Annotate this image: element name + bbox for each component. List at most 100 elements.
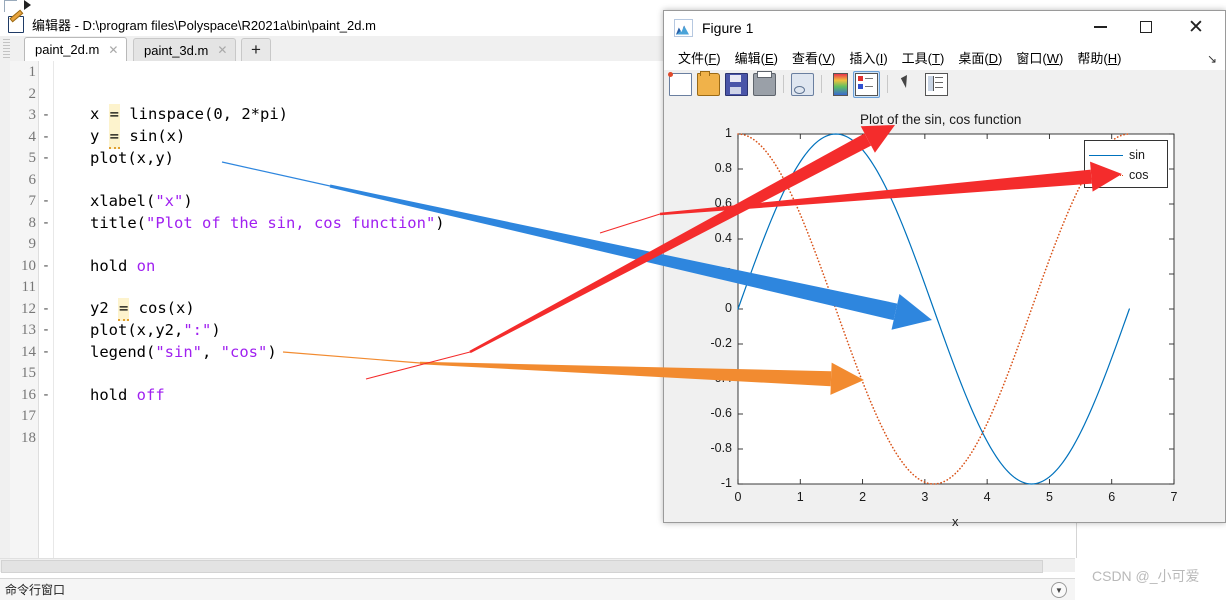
editor-tab-grip[interactable] [3,39,10,58]
code-text: hold on [90,256,156,275]
y-tick-label: 0.6 [714,196,732,210]
y-tick-label: 1 [725,126,732,140]
link-plot-icon[interactable] [791,72,814,96]
menu-overflow-icon[interactable]: ↘ [1207,52,1217,66]
line-number: 7 [28,193,37,209]
editor-tab-label: paint_2d.m [35,42,100,57]
line-number: 4 [28,128,37,145]
legend-button[interactable] [853,70,880,98]
new-figure-icon[interactable] [668,71,692,96]
code-text: y2 = cos(x) [90,297,195,321]
y-tick-label: -0.6 [710,406,732,420]
toolbar-separator [821,75,822,93]
chart-legend[interactable]: sin cos [1084,140,1168,188]
close-icon[interactable]: ✕ [217,43,227,57]
x-tick-label: 3 [921,490,929,504]
figure-menu-w[interactable]: 窗口(W) [1016,48,1063,67]
code-text: x = linspace(0, 2*pi) [90,104,288,128]
editor-tab-paint-3d[interactable]: paint_3d.m ✕ [133,38,237,61]
figure-menu-d[interactable]: 桌面(D) [958,48,1002,67]
code-text: y = sin(x) [90,125,185,149]
executable-line-marker: - [41,150,51,166]
figure-window: Figure 1 ✕ ↘ 文件(F) 编辑(E) 查看(V) 插入(I) 工具(T) 桌面… [663,10,1226,529]
figure-menu-e[interactable]: 编辑(E) [735,48,778,67]
code-text: plot(x,y2,":") [90,321,221,339]
close-icon[interactable]: ✕ [108,43,118,57]
y-tick-label: -0.2 [710,336,732,350]
x-tick-label: 2 [859,490,867,504]
open-file-icon[interactable] [697,70,720,96]
editor-tab-paint-2d[interactable]: paint_2d.m ✕ [24,37,128,61]
line-number: 5 [28,150,37,166]
line-number: 13 [21,322,36,338]
code-text: xlabel("x") [90,192,193,210]
editor-title: 编辑器 - D:\program files\Polyspace\R2021a\… [32,17,376,33]
y-tick-label: 0.8 [714,161,732,175]
figure-menu-bar: ↘ 文件(F) 编辑(E) 查看(V) 插入(I) 工具(T) 桌面(D) 窗口(W) 帮助(… [664,44,1225,71]
x-tick-label: 4 [983,490,991,504]
command-window-status-bar[interactable]: 命令行窗口 ▼ [0,578,1075,600]
line-number: 18 [21,429,36,446]
figure-menu-f[interactable]: 文件(F) [678,48,721,67]
code-text: hold off [90,385,165,404]
minimize-icon[interactable] [1077,11,1123,43]
code-text: title("Plot of the sin, cos function") [90,213,445,232]
print-figure-icon[interactable] [753,70,776,96]
toolbar-separator [887,75,888,93]
y-tick-label: -1 [720,476,732,490]
executable-line-marker: - [41,128,51,145]
figure-menu-t[interactable]: 工具(T) [902,48,945,67]
toolbar-separator [783,75,784,93]
legend-label: sin [1129,148,1145,162]
close-icon[interactable]: ✕ [1173,11,1219,43]
line-number: 10 [21,257,36,274]
y-tick-label: 0 [725,301,732,315]
y-tick-label: -0.4 [710,371,732,385]
command-window-label: 命令行窗口 [5,583,66,597]
executable-line-marker: - [41,343,51,360]
legend-line-sample [1089,174,1123,176]
maximize-icon[interactable] [1123,11,1169,43]
line-number: 11 [21,279,36,295]
executable-line-marker: - [41,257,51,274]
line-number: 12 [21,300,36,317]
x-tick-label: 5 [1045,490,1053,504]
editor-expand-arrow-icon[interactable] [24,0,31,10]
chevron-down-icon[interactable]: ▼ [1051,582,1067,598]
new-tab-button[interactable]: + [241,38,271,61]
line-number: 3 [28,107,37,123]
figure-toolbar [664,70,1225,99]
matlab-figure-icon [674,18,693,37]
scrollbar-thumb[interactable] [1,560,1043,573]
figure-plot-canvas[interactable]: Plot of the sin, cos function x sin cos 0… [664,98,1225,529]
figure-menu-i[interactable]: 插入(I) [849,48,887,67]
x-tick-label: 7 [1170,490,1178,504]
line-number: 17 [21,408,36,424]
legend-icon [855,72,878,96]
legend-entry-cos[interactable]: cos [1089,168,1148,182]
line-number: 9 [28,236,37,252]
line-number: 15 [21,365,36,381]
line-number: 1 [28,64,37,80]
line-number: 8 [28,214,37,231]
x-tick-label: 1 [796,490,804,504]
csdn-watermark: CSDN @_小可爱 [1092,568,1200,584]
x-tick-label: 6 [1108,490,1116,504]
legend-entry-sin[interactable]: sin [1089,148,1145,162]
plot-browser-icon[interactable] [925,72,948,96]
legend-line-sample [1089,154,1123,156]
edit-plot-pointer-icon[interactable] [899,74,920,95]
x-tick-label: 0 [734,490,742,504]
figure-title-bar: Figure 1 ✕ [664,11,1225,44]
save-figure-icon[interactable] [725,72,748,96]
editor-horizontal-scrollbar[interactable] [0,558,1075,573]
code-text: plot(x,y) [90,149,174,167]
figure-menu-h[interactable]: 帮助(H) [1077,48,1121,67]
figure-title: Figure 1 [702,19,754,36]
colorbar-icon[interactable] [833,72,848,96]
executable-line-marker: - [41,107,51,123]
executable-line-marker: - [41,214,51,231]
figure-menu-v[interactable]: 查看(V) [792,48,835,67]
line-number: 2 [28,85,37,102]
executable-line-marker: - [41,322,51,338]
